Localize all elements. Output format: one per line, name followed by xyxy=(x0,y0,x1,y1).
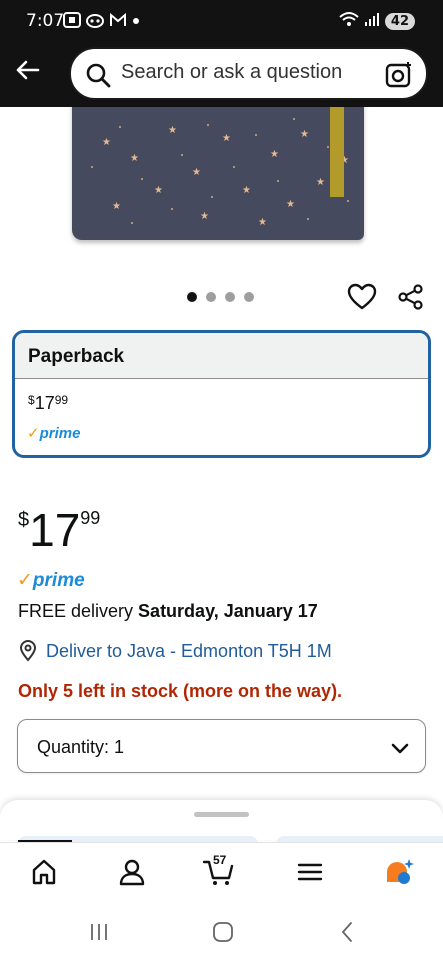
svg-text:★: ★ xyxy=(242,185,251,196)
cart-count: 57 xyxy=(213,853,227,867)
back-system-button[interactable] xyxy=(336,920,360,944)
svg-text:★: ★ xyxy=(112,201,121,212)
elastic-band xyxy=(330,107,344,197)
price-fraction: 99 xyxy=(80,508,101,528)
share-button[interactable] xyxy=(397,283,425,311)
svg-text:★: ★ xyxy=(130,153,139,164)
nav-home[interactable] xyxy=(28,856,60,888)
main-price: $1799 xyxy=(18,503,100,557)
format-option-paperback[interactable]: Paperback $1799 ✓prime xyxy=(12,330,431,458)
format-price-whole: 17 xyxy=(34,393,55,413)
home-square-icon xyxy=(213,922,233,942)
svg-text:★: ★ xyxy=(154,185,163,196)
nav-menu[interactable] xyxy=(294,856,326,888)
stock-status: Only 5 left in stock (more on the way). xyxy=(18,681,343,701)
camera-search-icon[interactable] xyxy=(385,61,413,89)
delivery-prefix: FREE delivery xyxy=(18,601,139,621)
svg-text:★: ★ xyxy=(200,211,209,222)
delivery-info: FREE delivery Saturday, January 17 xyxy=(18,601,318,622)
notification-icons xyxy=(63,12,140,31)
deliver-to-link[interactable]: Deliver to Java - Edmonton T5H 1M xyxy=(18,640,332,662)
pager-dot[interactable] xyxy=(225,292,235,302)
pager-dot-active[interactable] xyxy=(187,292,197,302)
status-bar: 7:07 42 xyxy=(0,0,443,44)
prime-badge: ✓prime xyxy=(17,569,85,592)
svg-text:★: ★ xyxy=(192,167,201,178)
back-button[interactable] xyxy=(12,54,44,86)
format-price: $1799 xyxy=(28,393,68,414)
share-icon xyxy=(398,284,423,310)
svg-text:★: ★ xyxy=(102,137,111,148)
home-system-button[interactable] xyxy=(211,920,235,944)
pager-dot[interactable] xyxy=(206,292,216,302)
svg-text:★: ★ xyxy=(316,177,325,188)
svg-text:★: ★ xyxy=(286,199,295,210)
app-header xyxy=(0,44,443,107)
battery-indicator: 42 xyxy=(384,13,415,30)
dot-icon xyxy=(132,12,140,31)
recent-apps-icon xyxy=(91,924,107,940)
person-icon xyxy=(119,859,145,886)
search-bar[interactable] xyxy=(69,47,428,100)
format-price-currency: $ xyxy=(28,393,35,407)
pager-dot[interactable] xyxy=(244,292,254,302)
search-icon xyxy=(86,63,111,88)
prime-label: prime xyxy=(32,570,85,591)
wishlist-button[interactable] xyxy=(347,283,377,311)
price-currency: $ xyxy=(18,509,30,531)
svg-text:★: ★ xyxy=(270,149,279,160)
delivery-date: Saturday, January 17 xyxy=(138,601,318,621)
stars-pattern: ★★★ ★★★ ★★★ ★★★ ★★★ xyxy=(91,118,349,228)
nav-account[interactable] xyxy=(116,856,148,888)
svg-text:★: ★ xyxy=(168,125,177,136)
status-time: 7:07 xyxy=(26,11,65,31)
product-image[interactable]: ★ ★ ★ ★ ★ ★ ★ ★ ★ ★ ★ ★ ★ ★ ★ xyxy=(0,107,443,267)
svg-text:★: ★ xyxy=(258,217,267,228)
quantity-value: Quantity: 1 xyxy=(37,737,125,757)
chevron-down-icon xyxy=(391,743,409,754)
menu-icon xyxy=(297,863,323,881)
bottom-nav: 57 xyxy=(0,842,443,900)
gmail-icon xyxy=(109,12,127,31)
raccoon-icon xyxy=(86,12,104,31)
wifi-icon xyxy=(339,11,359,32)
prime-badge-small: ✓prime xyxy=(27,424,80,442)
sheet-drag-handle[interactable] xyxy=(194,812,249,817)
format-title: Paperback xyxy=(15,333,428,379)
prime-label: prime xyxy=(39,425,81,442)
system-nav xyxy=(0,900,443,960)
image-pager[interactable] xyxy=(187,292,254,302)
format-price-fraction: 99 xyxy=(54,393,69,407)
location-pin-icon xyxy=(19,640,37,662)
search-input[interactable] xyxy=(121,61,381,84)
home-icon xyxy=(32,859,56,885)
nav-cart[interactable]: 57 xyxy=(202,853,234,888)
location-text[interactable]: Deliver to Java - Edmonton T5H 1M xyxy=(46,641,332,662)
nav-rufus[interactable] xyxy=(383,856,415,888)
back-arrow-icon xyxy=(16,60,40,80)
svg-text:★: ★ xyxy=(300,129,309,140)
status-right: 42 xyxy=(339,11,415,32)
quantity-dropdown[interactable]: Quantity: 1 xyxy=(17,719,426,773)
signal-icon xyxy=(364,11,380,32)
heart-icon xyxy=(347,283,377,310)
back-chevron-icon xyxy=(341,922,352,942)
prime-check-icon: ✓ xyxy=(27,425,40,442)
prime-check-icon: ✓ xyxy=(17,570,33,591)
bottom-sheet[interactable] xyxy=(0,800,443,844)
rufus-assistant-icon xyxy=(387,859,414,884)
price-whole: 17 xyxy=(29,504,81,556)
svg-text:★: ★ xyxy=(222,133,231,144)
notebook-cover: ★ ★ ★ ★ ★ ★ ★ ★ ★ ★ ★ ★ ★ ★ ★ xyxy=(72,107,364,240)
screenshot-icon xyxy=(63,12,81,31)
recent-apps-button[interactable] xyxy=(87,920,111,944)
